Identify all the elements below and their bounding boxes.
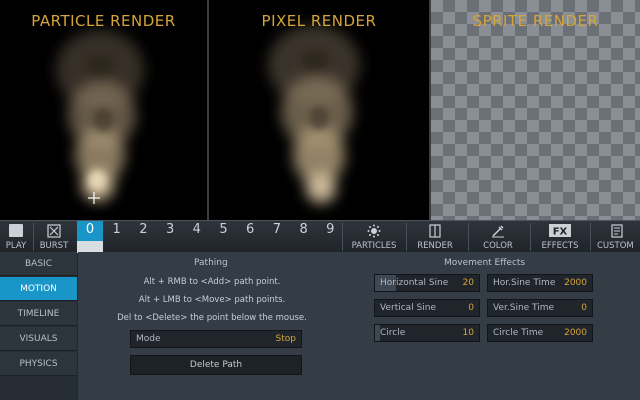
slider-value: 20	[462, 278, 474, 288]
sprite-render-title: SPRITE RENDER	[472, 12, 599, 30]
frame-button-3[interactable]: 3	[157, 221, 183, 253]
slider-label: Horizontal Sine	[380, 278, 449, 288]
frame-button-8[interactable]: 8	[291, 221, 317, 253]
pixel-render-title: PIXEL RENDER	[261, 12, 377, 30]
particles-label: PARTICLES	[351, 241, 397, 251]
sidebar-item-timeline[interactable]: TIMELINE	[0, 302, 77, 326]
frame-button-0[interactable]: 0	[77, 221, 103, 253]
toolbar-separator	[342, 223, 343, 251]
eyedropper-icon	[492, 225, 504, 238]
play-label: PLAY	[5, 241, 27, 251]
render-label: RENDER	[417, 241, 453, 251]
frame-button-5[interactable]: 5	[211, 221, 237, 253]
frame-button-9[interactable]: 9	[317, 221, 343, 253]
frame-number: 1	[112, 222, 121, 237]
hor-sine-time-slider[interactable]: Hor.Sine Time 2000	[487, 274, 593, 292]
slider-label: Circle Time	[493, 328, 544, 338]
motion-settings-panel: Pathing Alt + RMB to <Add> path point. A…	[78, 252, 640, 400]
hint-add-path: Alt + RMB to <Add> path point.	[143, 277, 281, 287]
toolbar: PLAY BURST 0 1 2 3 4 5 6 7 8 9 PARTICLES RENDER C…	[0, 220, 640, 253]
circle-slider[interactable]: Circle 10	[374, 324, 480, 342]
frame-number: 6	[246, 222, 255, 237]
hint-delete-point: Del to <Delete> the point below the mous…	[117, 313, 307, 323]
slider-value: 2000	[564, 328, 587, 338]
mode-label: Mode	[136, 334, 161, 344]
slider-value: 0	[468, 303, 474, 313]
particle-render-title: PARTICLE RENDER	[31, 12, 176, 30]
custom-label: CUSTOM	[597, 241, 634, 251]
slider-value: 2000	[564, 278, 587, 288]
slider-label: Hor.Sine Time	[493, 278, 556, 288]
frame-button-1[interactable]: 1	[104, 221, 130, 253]
frame-button-2[interactable]: 2	[130, 221, 156, 253]
svg-text:FX: FX	[553, 227, 568, 238]
ver-sine-time-slider[interactable]: Ver.Sine Time 0	[487, 299, 593, 317]
document-icon	[611, 224, 623, 238]
color-tool-button[interactable]: COLOR	[469, 221, 527, 253]
frame-number: 0	[85, 222, 95, 237]
frame-number: 2	[139, 222, 148, 237]
mode-dropdown[interactable]: Mode Stop	[130, 330, 302, 348]
particles-tool-button[interactable]: PARTICLES	[344, 221, 404, 253]
crosshair-cursor-icon	[88, 192, 100, 204]
burst-icon	[47, 224, 61, 238]
sidebar-item-physics[interactable]: PHYSICS	[0, 352, 77, 376]
sidebar: BASIC MOTION TIMELINE VISUALS PHYSICS	[0, 252, 77, 400]
toolbar-separator	[590, 223, 591, 251]
frame-number: 7	[272, 222, 282, 237]
frame-number: 3	[165, 222, 175, 237]
render-tool-button[interactable]: RENDER	[407, 221, 463, 253]
frame-number: 5	[219, 222, 228, 237]
frame-button-6[interactable]: 6	[237, 221, 263, 253]
smoke-particles	[56, 30, 144, 201]
horizontal-sine-slider[interactable]: Horizontal Sine 20	[374, 274, 480, 292]
movement-effects-title: Movement Effects	[444, 258, 526, 268]
pathing-title: Pathing	[194, 258, 228, 268]
sidebar-item-motion[interactable]: MOTION	[0, 277, 77, 301]
slider-label: Ver.Sine Time	[493, 303, 555, 313]
sprite-render-panel[interactable]: SPRITE RENDER	[431, 0, 640, 220]
sidebar-item-visuals[interactable]: VISUALS	[0, 327, 77, 351]
vertical-sine-slider[interactable]: Vertical Sine 0	[374, 299, 480, 317]
effects-tool-button[interactable]: FX EFFECTS	[531, 221, 589, 253]
mode-value: Stop	[275, 334, 296, 344]
play-icon	[9, 224, 23, 237]
particle-render-panel[interactable]: PARTICLE RENDER	[0, 0, 207, 220]
frame-button-7[interactable]: 7	[264, 221, 290, 253]
slider-label: Circle	[380, 328, 406, 338]
custom-tool-button[interactable]: CUSTOM	[594, 221, 640, 253]
sidebar-item-basic[interactable]: BASIC	[0, 252, 77, 276]
slider-value: 10	[462, 328, 474, 338]
pixel-render-panel[interactable]: PIXEL RENDER	[209, 0, 429, 220]
burst-button[interactable]: BURST	[34, 221, 74, 253]
render-icon	[429, 224, 441, 238]
burst-label: BURST	[39, 241, 69, 251]
effects-label: EFFECTS	[541, 241, 579, 251]
frame-number: 9	[326, 222, 335, 237]
smoke-pixels	[268, 25, 360, 203]
frame-button-4[interactable]: 4	[184, 221, 210, 253]
frame-number: 4	[192, 222, 201, 237]
particles-icon	[367, 224, 381, 238]
color-label: COLOR	[483, 241, 513, 251]
play-button[interactable]: PLAY	[0, 221, 32, 253]
slider-value: 0	[581, 303, 587, 313]
circle-time-slider[interactable]: Circle Time 2000	[487, 324, 593, 342]
hint-move-path: Alt + LMB to <Move> path points.	[138, 295, 286, 305]
slider-label: Vertical Sine	[380, 303, 437, 313]
fx-icon: FX	[549, 224, 571, 237]
frame-number: 8	[299, 222, 308, 237]
delete-path-button[interactable]: Delete Path	[130, 355, 302, 375]
